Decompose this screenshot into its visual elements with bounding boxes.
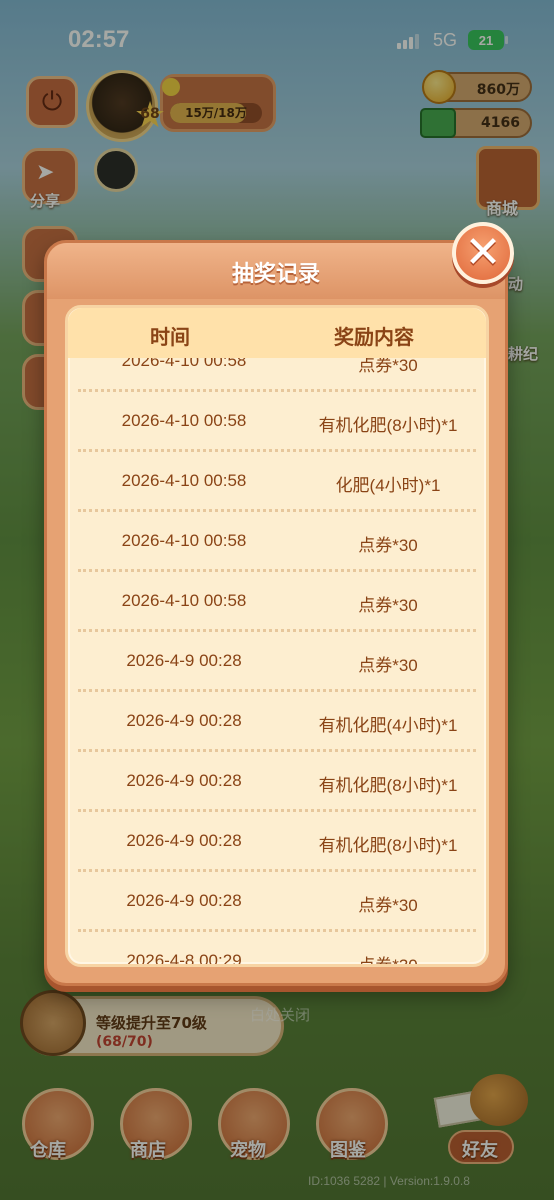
table-row: 2026-4-10 00:58 点券*30 <box>78 572 476 632</box>
close-icon: ✕ <box>464 227 502 278</box>
row-reward: 有机化肥(8小时)*1 <box>318 416 458 435</box>
row-reward: 点券*30 <box>358 596 418 615</box>
record-table: 时间 奖励内容 2026-4-10 00:58 点券*30 2026-4-10 00… <box>65 305 489 967</box>
record-list-content: 2026-4-10 00:58 点券*30 2026-4-10 00:58 有机化肥(… <box>68 358 486 964</box>
row-reward: 点券*30 <box>358 358 418 375</box>
column-header-reward: 奖励内容 <box>334 325 414 349</box>
table-row: 2026-4-9 00:28 点券*30 <box>78 632 476 692</box>
table-row: 2026-4-9 00:28 有机化肥(8小时)*1 <box>78 752 476 812</box>
row-reward: 点券*30 <box>358 656 418 675</box>
row-time: 2026-4-8 00:29 <box>126 951 242 964</box>
row-time: 2026-4-9 00:28 <box>126 651 242 670</box>
row-time: 2026-4-10 00:58 <box>121 591 247 610</box>
record-list[interactable]: 2026-4-10 00:58 点券*30 2026-4-10 00:58 有机化肥(… <box>68 358 486 964</box>
lottery-record-dialog: 抽奖记录 时间 奖励内容 2026-4-10 00:58 点券*30 2026-4-… <box>44 240 508 986</box>
row-time: 2026-4-10 00:58 <box>121 358 247 370</box>
row-time: 2026-4-10 00:58 <box>121 411 247 430</box>
row-reward: 点券*30 <box>358 896 418 915</box>
row-time: 2026-4-9 00:28 <box>126 711 242 730</box>
table-row: 2026-4-8 00:29点券*30 <box>78 932 476 964</box>
table-header: 时间 奖励内容 <box>68 308 486 358</box>
row-reward: 有机化肥(8小时)*1 <box>318 776 458 795</box>
close-button[interactable]: ✕ <box>452 222 514 284</box>
row-time: 2026-4-9 00:28 <box>126 771 242 790</box>
table-row: 2026-4-10 00:58 有机化肥(8小时)*1 <box>78 392 476 452</box>
dialog-header: 抽奖记录 <box>47 243 505 299</box>
dialog-title: 抽奖记录 <box>231 262 320 287</box>
row-reward: 点券*30 <box>288 951 486 964</box>
column-header-time: 时间 <box>150 325 190 349</box>
table-row: 2026-4-10 00:58 点券*30 <box>78 358 476 392</box>
table-row: 2026-4-10 00:58 点券*30 <box>78 512 476 572</box>
row-time: 2026-4-10 00:58 <box>121 531 247 550</box>
row-reward: 有机化肥(8小时)*1 <box>318 836 458 855</box>
row-time: 2026-4-9 00:28 <box>126 831 242 850</box>
table-row: 2026-4-9 00:28 点券*30 <box>78 872 476 932</box>
table-row: 2026-4-9 00:28 有机化肥(4小时)*1 <box>78 692 476 752</box>
row-reward: 化肥(4小时)*1 <box>335 476 441 495</box>
table-row: 2026-4-9 00:28 有机化肥(8小时)*1 <box>78 812 476 872</box>
table-row: 2026-4-10 00:58 化肥(4小时)*1 <box>78 452 476 512</box>
row-reward: 点券*30 <box>358 536 418 555</box>
row-time: 2026-4-10 00:58 <box>121 471 247 490</box>
row-time: 2026-4-9 00:28 <box>126 891 242 910</box>
row-reward: 有机化肥(4小时)*1 <box>318 716 458 735</box>
